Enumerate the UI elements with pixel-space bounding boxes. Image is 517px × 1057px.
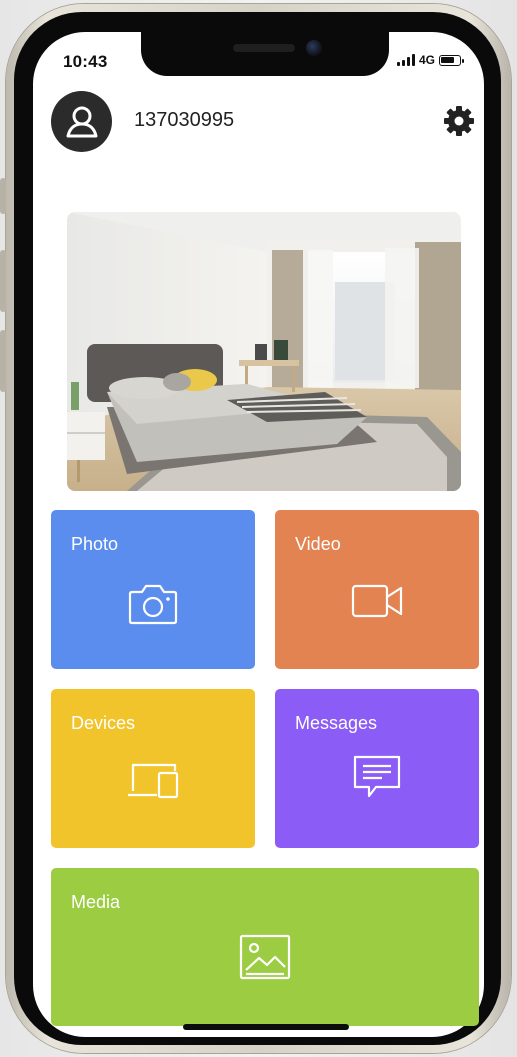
status-time: 10:43 [63,52,108,71]
signal-icon [397,54,415,66]
devices-icon [128,763,179,799]
photo-tile[interactable]: Photo [51,510,255,669]
image-icon [239,934,291,980]
earpiece-speaker [233,44,295,52]
notch [141,32,389,76]
photo-tile-label: Photo [71,534,119,554]
devices-tile[interactable]: Devices [51,689,255,848]
bedroom-scene-image [67,212,461,491]
network-type: 4G [419,53,436,67]
video-tile-label: Video [295,534,341,554]
devices-tile-label: Devices [71,713,136,733]
video-tile[interactable]: Video [275,510,479,669]
front-camera [306,40,322,56]
status-indicators: 4G [397,53,465,67]
messages-tile[interactable]: Messages [275,689,479,848]
battery-icon [439,54,465,66]
media-tile-label: Media [71,892,121,912]
settings-button[interactable] [441,103,477,139]
message-icon [353,755,401,798]
home-indicator[interactable] [183,1024,349,1030]
avatar[interactable] [51,91,112,152]
media-tile[interactable]: Media [51,868,479,1026]
volume-up-button [0,250,6,312]
camera-icon [128,584,178,625]
mute-switch [0,178,6,214]
user-icon [66,106,97,137]
gear-icon [444,106,474,136]
messages-tile-label: Messages [295,713,378,733]
volume-down-button [0,330,6,392]
video-camera-icon [351,584,403,618]
camera-preview[interactable] [67,212,461,491]
user-id: 137030995 [134,109,235,131]
